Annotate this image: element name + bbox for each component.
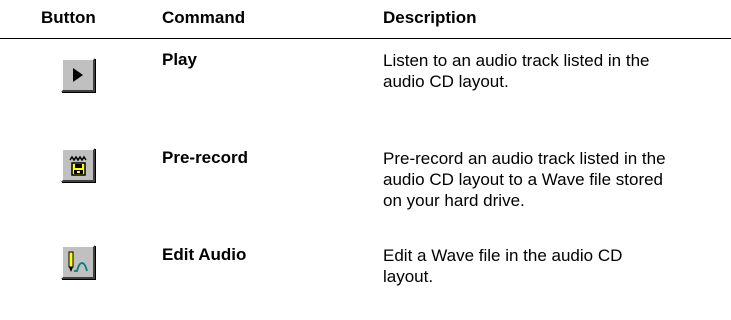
description-line: audio CD layout. — [383, 72, 509, 91]
header-rule — [0, 38, 731, 39]
edit-audio-button[interactable] — [61, 245, 95, 279]
description-text: Edit a Wave file in the audio CD layout. — [383, 245, 723, 287]
command-label: Play — [162, 50, 197, 69]
command-table: Button Command Description Play Listen t… — [0, 0, 731, 320]
pre-record-button[interactable] — [61, 148, 95, 182]
play-icon — [73, 68, 83, 82]
description-text: Listen to an audio track listed in the a… — [383, 50, 723, 92]
header-button: Button — [41, 8, 96, 27]
command-label: Edit Audio — [162, 245, 247, 264]
pre-record-icon — [69, 155, 87, 176]
description-line: Edit a Wave file in the audio CD — [383, 246, 623, 265]
play-button[interactable] — [61, 58, 95, 92]
description-line: layout. — [383, 267, 434, 286]
header-command: Command — [162, 8, 246, 27]
description-line: audio CD layout to a Wave file stored — [383, 170, 664, 189]
header-description: Description — [383, 8, 477, 27]
description-text: Pre-record an audio track listed in the … — [383, 148, 723, 211]
description-line: on your hard drive. — [383, 191, 525, 210]
edit-audio-icon — [68, 251, 88, 272]
description-line: Pre-record an audio track listed in the — [383, 149, 666, 168]
command-label: Pre-record — [162, 148, 248, 167]
description-line: Listen to an audio track listed in the — [383, 51, 650, 70]
